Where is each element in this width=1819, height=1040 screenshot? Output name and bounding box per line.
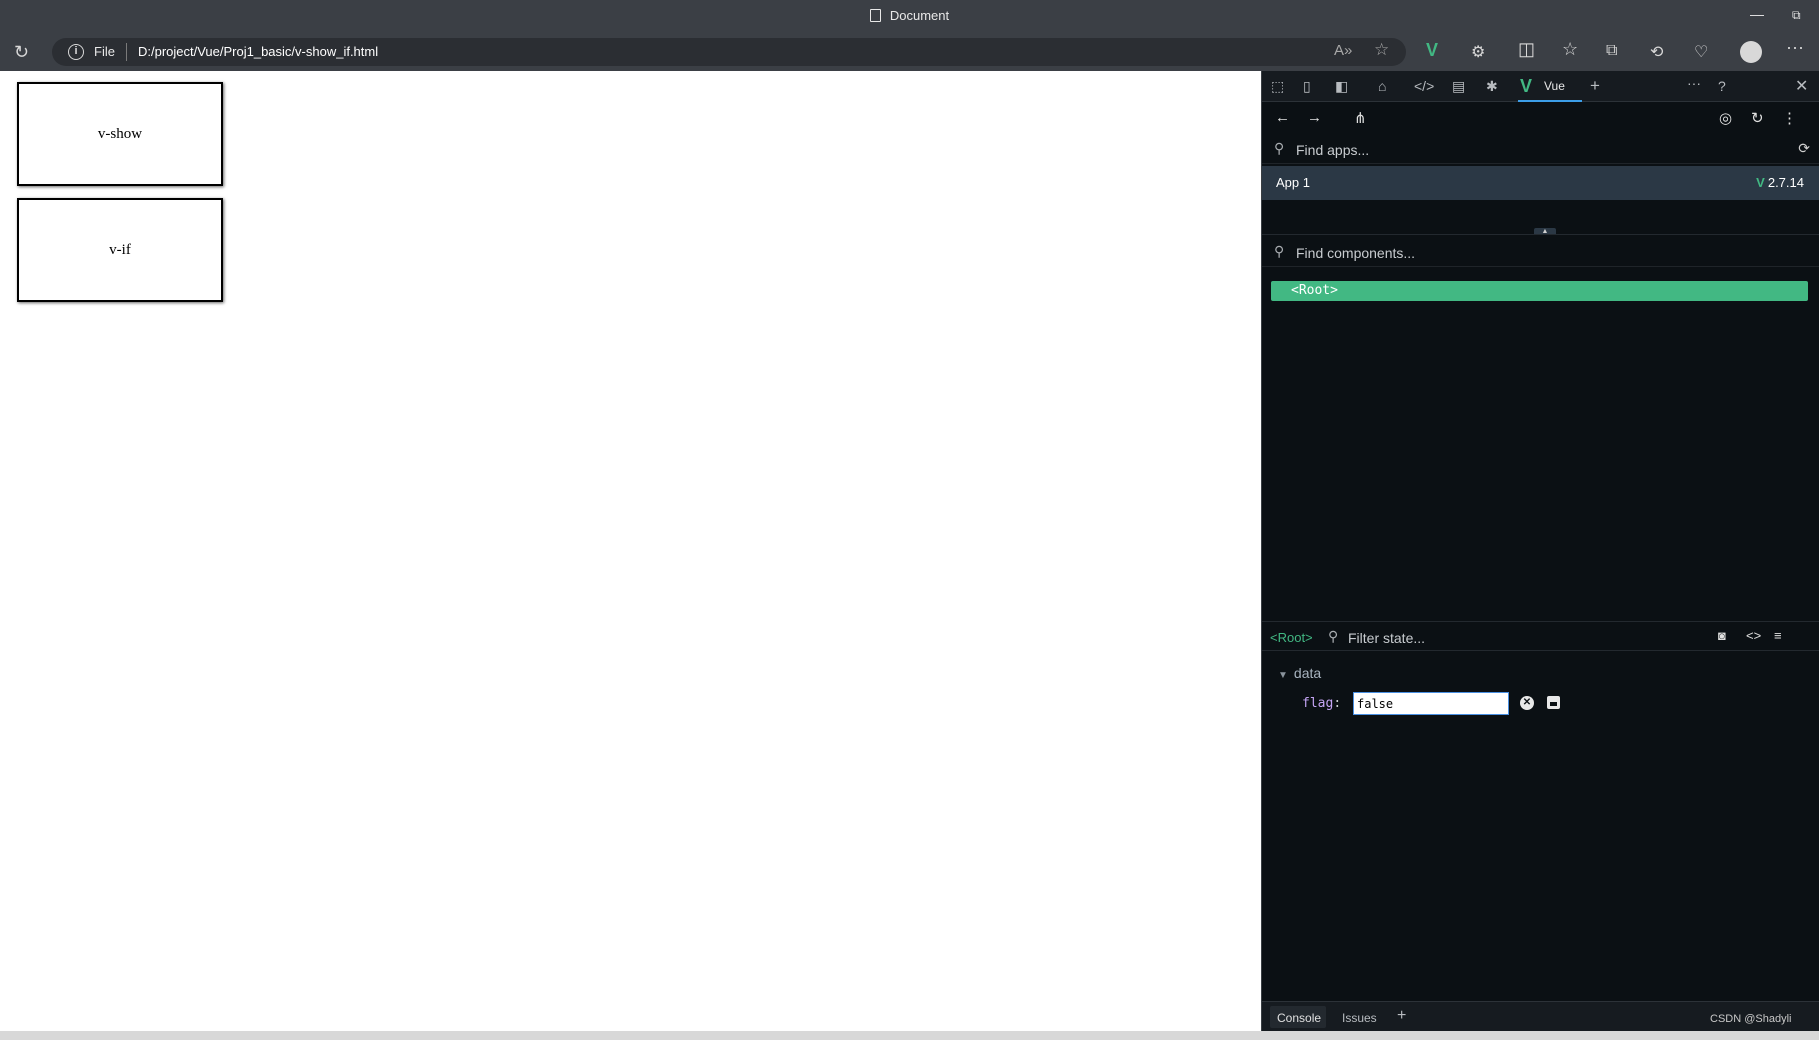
window-titlebar: Document — ⧉ [0, 0, 1819, 33]
console-icon[interactable]: ▤ [1452, 78, 1465, 95]
v-show-box: v-show [17, 82, 223, 186]
scroll-to-component-icon[interactable]: ◙ [1718, 628, 1726, 643]
window-title: Document [0, 8, 1819, 23]
app-version: V 2.7.14 [1756, 175, 1804, 190]
split-screen-icon[interactable]: ◫ [1518, 39, 1535, 60]
restore-button[interactable]: ⧉ [1792, 8, 1801, 23]
find-components-input[interactable]: Find components... [1296, 245, 1415, 261]
app-item[interactable]: App 1 V 2.7.14 [1262, 166, 1819, 200]
tab-console[interactable]: Console [1277, 1011, 1321, 1025]
profile-icon[interactable] [1740, 41, 1762, 63]
forward-arrow-icon[interactable]: → [1307, 109, 1322, 126]
favorite-icon[interactable]: ☆ [1374, 40, 1389, 60]
document-icon [869, 9, 881, 22]
cancel-edit-icon[interactable]: ✕ [1520, 696, 1534, 710]
inspect-dom-icon[interactable]: <> [1746, 628, 1761, 643]
site-info-icon[interactable]: i [68, 44, 84, 60]
filter-state-input[interactable]: Filter state... [1348, 630, 1425, 646]
vue-nav-row: ← → ⋔ ◎ ↻ ⋮ [1262, 102, 1819, 134]
save-edit-icon[interactable] [1547, 696, 1560, 709]
favorites-icon[interactable]: ☆ [1562, 39, 1578, 60]
state-field-row: flag: ✕ [1302, 692, 1722, 716]
inspect-element-icon[interactable]: ⬚ [1271, 78, 1284, 95]
key-colon: : [1333, 696, 1342, 711]
collapse-arrow-icon[interactable]: ▼ [1278, 670, 1288, 681]
sources-bug-icon[interactable]: ✱ [1486, 78, 1498, 95]
state-inspector-bar: <Root> ⚲ Filter state... ◙ <> ≡ [1262, 621, 1819, 651]
component-tree-root[interactable]: <Root> [1271, 281, 1808, 301]
app-version-text: 2.7.14 [1767, 175, 1804, 190]
select-component-icon[interactable]: ◎ [1719, 109, 1732, 127]
vue-logo-icon: V [1756, 175, 1765, 190]
devtools-more-icon[interactable]: ··· [1687, 75, 1701, 91]
more-icon[interactable]: ··· [1786, 37, 1804, 58]
search-icon: ⚲ [1274, 243, 1285, 259]
v-if-box: v-if [17, 198, 223, 302]
collections-icon[interactable]: ⧉ [1606, 42, 1617, 60]
find-apps-input[interactable]: Find apps... [1296, 142, 1369, 158]
scheme-label: File [94, 44, 115, 59]
performance-icon[interactable]: ♡ [1694, 42, 1708, 62]
extensions-icon[interactable]: ⚙ [1471, 42, 1485, 62]
device-emulation-icon[interactable]: ▯ [1303, 78, 1311, 95]
tab-vue[interactable]: V Vue [1518, 71, 1582, 102]
add-tab-icon[interactable]: + [1590, 76, 1600, 96]
find-components-row[interactable]: ⚲ Find components... [1262, 237, 1819, 267]
vue-menu-icon[interactable]: ⋮ [1782, 109, 1797, 127]
app-name: App 1 [1276, 175, 1310, 190]
tab-vue-label: Vue [1544, 79, 1565, 93]
history-icon[interactable]: ⟲ [1650, 42, 1663, 62]
url-text[interactable]: D:/project/Vue/Proj1_basic/v-show_if.htm… [138, 44, 378, 59]
split-divider [1262, 234, 1819, 235]
tab-issues[interactable]: Issues [1342, 1011, 1377, 1025]
open-in-editor-icon[interactable]: ≡ [1774, 628, 1782, 643]
vue-devtools-icon[interactable]: V [1426, 40, 1438, 61]
close-devtools-icon[interactable]: ✕ [1795, 76, 1808, 96]
state-field-key-text: flag [1302, 696, 1334, 711]
vue-logo-icon: V [1520, 76, 1533, 96]
read-aloud-icon[interactable]: A» [1334, 42, 1352, 59]
address-bar[interactable]: i File D:/project/Vue/Proj1_basic/v-show… [52, 38, 1406, 66]
refresh-icon[interactable]: ↻ [1751, 109, 1764, 127]
selected-component-tag: <Root> [1270, 630, 1313, 645]
component-tree-icon[interactable]: ⋔ [1354, 109, 1367, 127]
page-content: v-show v-if [0, 71, 1261, 1031]
state-field-key: flag: [1302, 696, 1341, 711]
state-field-edit-input[interactable] [1353, 692, 1509, 715]
devtools-tabbar: ⬚ ▯ ◧ ⌂ </> ▤ ✱ V Vue + ··· ? ✕ [1262, 71, 1819, 102]
search-icon: ⚲ [1328, 628, 1339, 644]
minimize-button[interactable]: — [1750, 6, 1764, 22]
back-arrow-icon[interactable]: ← [1275, 109, 1290, 126]
data-section-label: data [1293, 665, 1322, 681]
reload-icon[interactable]: ↻ [14, 42, 29, 63]
address-divider [126, 43, 127, 61]
root-component-label: <Root> [1291, 283, 1338, 298]
window-title-text: Document [889, 8, 950, 23]
elements-icon[interactable]: </> [1414, 78, 1434, 94]
browser-toolbar: ↻ i File D:/project/Vue/Proj1_basic/v-sh… [0, 33, 1819, 71]
search-icon: ⚲ [1274, 140, 1285, 156]
taskbar-strip [0, 1031, 1819, 1040]
help-icon[interactable]: ? [1718, 78, 1726, 94]
welcome-home-icon[interactable]: ⌂ [1378, 78, 1386, 94]
devtools-panel: ⬚ ▯ ◧ ⌂ </> ▤ ✱ V Vue + ··· ? ✕ ← → ⋔ ◎ … [1261, 71, 1819, 1031]
reload-apps-icon[interactable]: ⟳ [1798, 140, 1810, 157]
data-section-header[interactable]: ▼ data [1278, 665, 1321, 681]
watermark: CSDN @Shadyli [1710, 1013, 1792, 1025]
find-apps-row[interactable]: ⚲ Find apps... ⟳ [1262, 134, 1819, 164]
dock-side-icon[interactable]: ◧ [1335, 78, 1348, 95]
add-drawer-tab-icon[interactable]: + [1397, 1007, 1406, 1025]
